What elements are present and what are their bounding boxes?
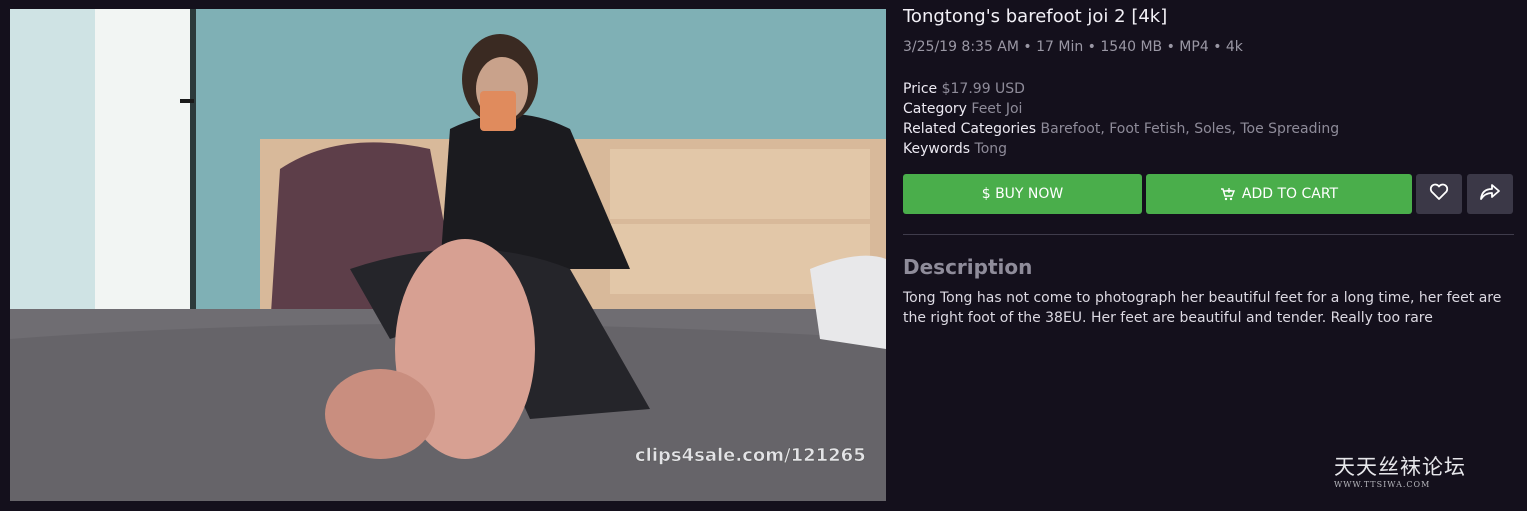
video-preview[interactable]: clips4sale.com/121265 [10, 9, 886, 501]
favorite-button[interactable] [1416, 174, 1462, 214]
keywords-row: Keywords Tong [903, 139, 1339, 159]
category-label: Category [903, 101, 967, 117]
share-icon [1479, 183, 1501, 205]
description-heading: Description [903, 255, 1033, 279]
heart-icon [1429, 183, 1449, 205]
category-link[interactable]: Feet Joi [971, 101, 1022, 117]
description-text: Tong Tong has not come to photograph her… [903, 290, 1502, 326]
keywords-label: Keywords [903, 141, 971, 157]
product-title: Tongtong's barefoot joi 2 [4k] [903, 6, 1168, 27]
preview-illustration: clips4sale.com/121265 [10, 9, 886, 501]
price-label: Price [903, 81, 938, 97]
add-to-cart-button[interactable]: ADD TO CART [1146, 174, 1412, 214]
related-categories-links[interactable]: Barefoot, Foot Fetish, Soles, Toe Spread… [1041, 121, 1340, 137]
buy-now-label: $ BUY NOW [981, 186, 1064, 202]
cart-plus-icon [1220, 187, 1236, 201]
preview-watermark: clips4sale.com/121265 [635, 445, 866, 466]
price-value: $17.99 USD [941, 81, 1025, 97]
buy-now-button[interactable]: $ BUY NOW [903, 174, 1142, 214]
related-categories-label: Related Categories [903, 121, 1037, 137]
add-to-cart-label: ADD TO CART [1241, 186, 1339, 202]
site-logo-url: WWW.TTSIWA.COM [1334, 480, 1431, 489]
product-properties: Price $17.99 USD Category Feet Joi Relat… [903, 79, 1339, 159]
category-row: Category Feet Joi [903, 99, 1339, 119]
share-button[interactable] [1467, 174, 1513, 214]
price-row: Price $17.99 USD [903, 79, 1339, 99]
product-meta: 3/25/19 8:35 AM • 17 Min • 1540 MB • MP4… [903, 39, 1243, 55]
site-logo: 天天丝袜论坛 WWW.TTSIWA.COM [1334, 451, 1494, 489]
related-categories-row: Related Categories Barefoot, Foot Fetish… [903, 119, 1339, 139]
keywords-link[interactable]: Tong [975, 141, 1008, 157]
section-divider [903, 234, 1514, 235]
site-logo-name: 天天丝袜论坛 [1334, 455, 1466, 479]
